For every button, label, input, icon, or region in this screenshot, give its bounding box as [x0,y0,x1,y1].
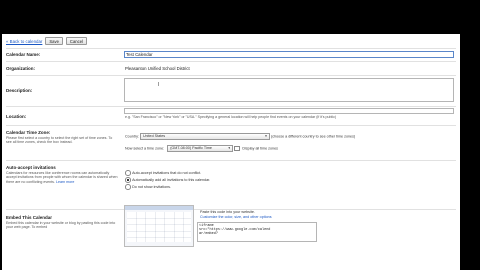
chevron-down-icon: ▾ [265,134,267,139]
calendar-name-label: Calendar Name: [6,52,41,57]
preview-header [125,206,193,210]
organization-value: Pleasanton Unified School District [125,66,190,71]
location-hint: e.g. "San Francisco" or "New York" or "U… [125,115,337,119]
description-textarea[interactable]: I [124,78,454,102]
country-label: Country: [125,134,139,139]
preview-grid [127,212,191,242]
display-all-timezones-label: Display all time zones [242,146,279,151]
text-cursor-icon: I [158,82,160,88]
organization-label: Organization: [6,66,35,71]
calendar-name-value: Test Calendar [126,52,153,57]
paste-code-text: Paste this code into your website. [200,210,255,214]
timezone-row: Now select a time zone: (GMT-08:00) Paci… [125,145,278,152]
timezone-select-label: Now select a time zone: [125,146,165,151]
timezone-label: Calendar Time Zone: [6,130,51,135]
country-selected-value: United States [142,134,166,139]
auto-accept-option-label: Do not show invitations. [132,184,172,189]
divider [6,61,456,62]
auto-accept-radio[interactable] [125,177,131,183]
embed-label: Embed This Calendar [6,215,53,220]
divider [6,125,456,126]
embed-calendar-preview [124,205,194,247]
embed-code-box[interactable]: <iframe src="https://www.google.com/cale… [197,222,317,242]
cancel-button[interactable]: Cancel [65,37,87,45]
divider [6,48,456,49]
back-to-calendar-link[interactable]: « Back to calendar [6,39,42,44]
timezone-select[interactable]: (GMT-08:00) Pacific Time ▾ [167,145,234,152]
toolbar: « Back to calendar Save Cancel [6,37,87,45]
calendar-settings-screen: « Back to calendar Save Cancel Calendar … [2,34,460,270]
auto-accept-option-label: Auto-accept invitations that do not conf… [132,170,202,175]
chevron-down-icon: ▾ [228,146,231,151]
country-hint: (choose a different country to see other… [271,134,356,139]
auto-accept-radio[interactable] [125,170,131,176]
divider [6,75,456,76]
country-row: Country: United States ▾ (choose a diffe… [125,133,355,140]
learn-more-link[interactable]: Learn more [56,180,74,184]
divider [6,106,456,107]
country-select[interactable]: United States ▾ [139,133,270,140]
auto-accept-radio[interactable] [125,184,131,190]
embed-code-line: ar/embed? [199,232,218,236]
auto-accept-label: Auto-accept invitations [6,165,56,170]
auto-accept-option-2[interactable]: Do not show invitations. [125,184,171,190]
timezone-description: Please first select a country to select … [6,136,113,145]
auto-accept-option-1[interactable]: Automatically add all invitations to thi… [125,177,210,183]
description-label: Description: [6,88,33,93]
auto-accept-option-0[interactable]: Auto-accept invitations that do not conf… [125,170,201,176]
auto-accept-description: Calendars for resources like conference … [6,171,118,184]
display-all-timezones-checkbox[interactable] [234,145,240,152]
save-button[interactable]: Save [45,37,63,45]
location-label: Location: [6,114,27,119]
divider [6,160,456,161]
auto-accept-option-label: Automatically add all invitations to thi… [132,177,211,182]
embed-description: Embed this calendar in your website or b… [6,221,116,230]
calendar-name-input[interactable]: Test Calendar [124,51,454,58]
timezone-selected-value: (GMT-08:00) Pacific Time [170,146,212,151]
location-input[interactable] [124,108,454,114]
customize-options-link[interactable]: Customize the color, size, and other opt… [200,215,272,219]
